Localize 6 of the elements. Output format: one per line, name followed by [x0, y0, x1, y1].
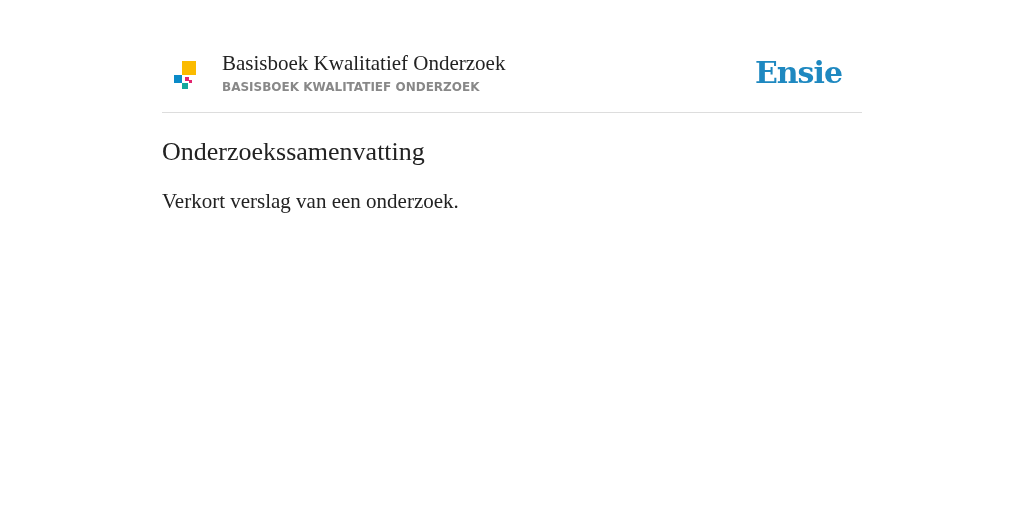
brand-logo[interactable]: Ensie: [754, 54, 842, 90]
definition-text: Verkort verslag van een onderzoek.: [162, 189, 460, 214]
term-heading: Onderzoekssamenvatting: [162, 137, 426, 167]
book-subtitle: BASISBOEK KWALITATIEF ONDERZOEK: [222, 79, 481, 94]
book-title: Basisboek Kwalitatief Onderzoek: [222, 50, 507, 76]
book-logo-icon: [174, 61, 196, 89]
